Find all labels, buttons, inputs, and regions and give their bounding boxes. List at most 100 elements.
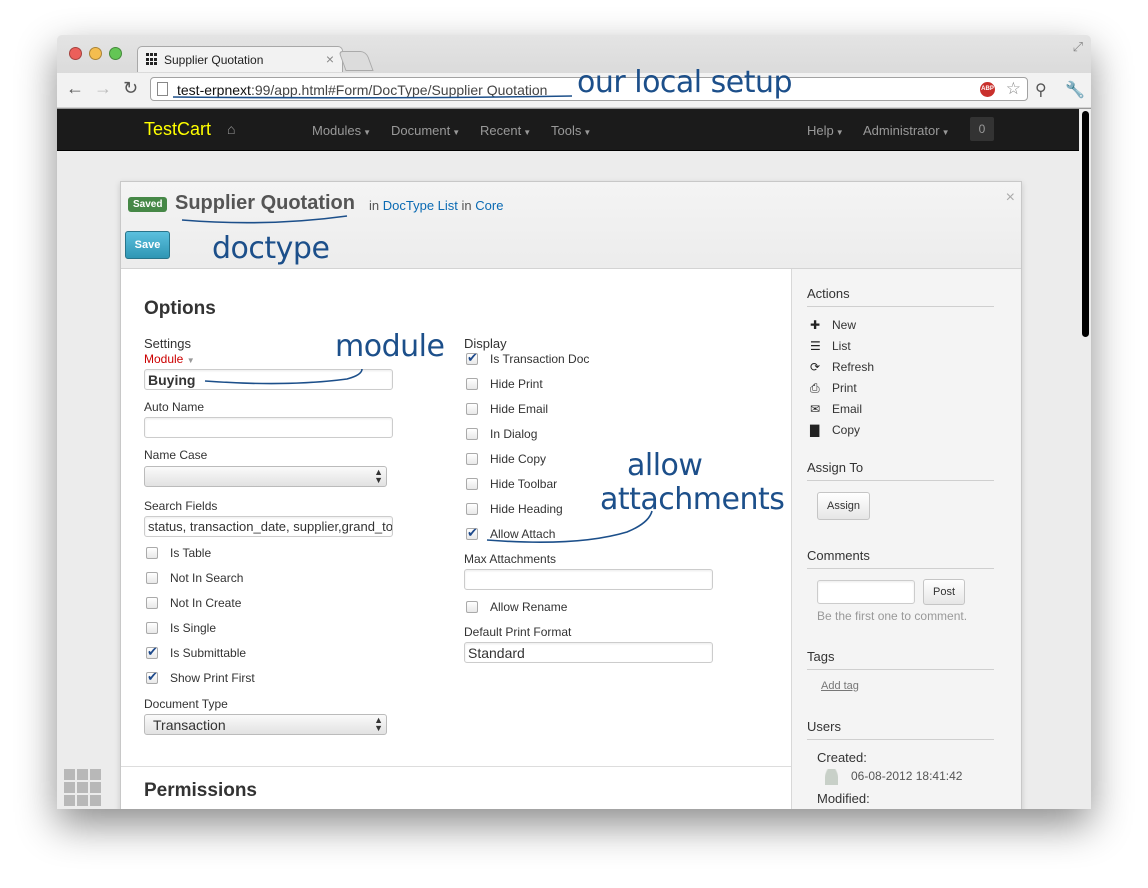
browser-chrome: ⤢ Supplier Quotation × ← → ↻ test-erpnex…: [57, 35, 1091, 109]
section-options-heading: Options: [144, 298, 216, 319]
auto-name-field[interactable]: [144, 417, 393, 438]
not-in-create-label: Not In Create: [170, 596, 242, 610]
comments-empty-text: Be the first one to comment.: [817, 609, 968, 623]
is-single-checkbox-box[interactable]: [146, 622, 158, 634]
menu-help[interactable]: Help ▼: [807, 123, 844, 138]
allow-rename-label: Allow Rename: [490, 600, 568, 614]
breadcrumb-doctype-list[interactable]: DocType List: [383, 198, 458, 213]
assign-button[interactable]: Assign: [817, 492, 870, 520]
caret-down-icon: ▼: [186, 356, 195, 365]
menu-modules[interactable]: Modules ▼: [312, 123, 371, 138]
max-attachments-label: Max Attachments: [464, 552, 557, 566]
not-in-create-checkbox-box[interactable]: [146, 597, 158, 609]
wrench-icon[interactable]: 🔧: [1065, 80, 1085, 100]
action-new[interactable]: ✚ New: [810, 318, 856, 332]
is-submittable-checkbox-box[interactable]: [146, 644, 158, 660]
section-permissions-heading: Permissions: [144, 780, 257, 801]
app-grid-icon[interactable]: [64, 769, 101, 806]
post-button[interactable]: Post: [923, 579, 965, 605]
close-window-light[interactable]: [69, 47, 82, 60]
default-print-format-field[interactable]: Standard: [464, 642, 713, 663]
action-label: Refresh: [832, 360, 875, 374]
breadcrumb-core[interactable]: Core: [475, 198, 503, 213]
forward-arrow-icon[interactable]: →: [94, 78, 112, 99]
caret-down-icon: ▼: [835, 128, 844, 137]
hide-copy-checkbox-box[interactable]: [466, 453, 478, 465]
page-title: Supplier Quotation: [175, 192, 355, 214]
caret-down-icon: ▼: [583, 128, 592, 137]
new-tab-button[interactable]: [338, 51, 374, 71]
hide-print-checkbox-box[interactable]: [466, 378, 478, 390]
extension-icon[interactable]: ⚲: [1035, 80, 1047, 100]
menu-user[interactable]: Administrator ▼: [863, 123, 950, 138]
search-fields-field[interactable]: status, transaction_date, supplier,grand…: [144, 516, 393, 537]
hide-email-checkbox-box[interactable]: [466, 403, 478, 415]
caret-down-icon: ▼: [363, 128, 372, 137]
annotation-module: module: [335, 329, 445, 364]
tab-title: Supplier Quotation: [164, 53, 264, 67]
max-attachments-field[interactable]: [464, 569, 713, 590]
actions-heading: Actions: [807, 286, 994, 307]
allow-attach-label: Allow Attach: [490, 527, 556, 541]
action-list[interactable]: ☰ List: [810, 339, 851, 353]
navigation-row: ← → ↻ test-erpnext:99/app.html#Form/DocT…: [57, 73, 1091, 107]
save-button[interactable]: Save: [125, 231, 170, 259]
browser-tab[interactable]: Supplier Quotation ×: [137, 46, 343, 72]
page-scrollbar[interactable]: [1079, 109, 1091, 809]
not-in-search-checkbox-box[interactable]: [146, 572, 158, 584]
settings-heading: Settings: [144, 336, 191, 351]
is-table-checkbox-box[interactable]: [146, 547, 158, 559]
close-form-icon[interactable]: ×: [1006, 189, 1015, 207]
action-copy[interactable]: ▇ Copy: [810, 423, 860, 437]
fullscreen-icon[interactable]: ⤢: [1073, 39, 1083, 55]
brand-logo[interactable]: TestCart: [144, 119, 211, 140]
module-field[interactable]: Buying: [144, 369, 393, 390]
is-transaction-doc-label: Is Transaction Doc: [490, 352, 590, 366]
reload-icon[interactable]: ↻: [123, 78, 138, 99]
name-case-select[interactable]: ▲ ▼: [144, 466, 387, 487]
bookmark-star-icon[interactable]: ☆: [1006, 79, 1021, 99]
zoom-window-light[interactable]: [109, 47, 122, 60]
annotation-attachments: attachments: [600, 482, 785, 517]
back-arrow-icon[interactable]: ←: [66, 78, 84, 99]
browser-window: ⤢ Supplier Quotation × ← → ↻ test-erpnex…: [57, 35, 1091, 809]
sidebar: Actions ✚ New ☰ List ⟳ Refresh ⎙ Print ✉ Email ▇ Co…: [791, 269, 1021, 809]
hide-heading-checkbox-box[interactable]: [466, 503, 478, 515]
name-case-label: Name Case: [144, 448, 208, 462]
status-badge: Saved: [128, 197, 168, 212]
email-icon: ✉: [810, 402, 821, 416]
action-refresh[interactable]: ⟳ Refresh: [810, 360, 874, 374]
print-icon: ⎙: [810, 381, 820, 395]
hide-toolbar-checkbox-box[interactable]: [466, 478, 478, 490]
action-email[interactable]: ✉ Email: [810, 402, 862, 416]
hide-heading-label: Hide Heading: [490, 502, 563, 516]
caret-down-icon: ▼: [941, 128, 950, 137]
action-print[interactable]: ⎙ Print: [810, 381, 857, 396]
document-type-select[interactable]: Transaction ▲ ▼: [144, 714, 387, 735]
app-navbar: TestCart ⌂ Modules ▼ Document ▼ Recent ▼ To…: [57, 109, 1091, 151]
add-tag-link[interactable]: Add tag: [821, 680, 859, 692]
annotation-local-setup: our local setup: [577, 65, 793, 100]
allow-rename-checkbox-box[interactable]: [466, 601, 478, 613]
form-panel: Saved Supplier Quotation in DocType List…: [120, 181, 1022, 809]
adblock-icon[interactable]: ABP: [980, 82, 995, 97]
tab-close-icon[interactable]: ×: [326, 51, 334, 67]
is-transaction-doc-checkbox-box[interactable]: [466, 350, 478, 366]
annotation-allow: allow: [627, 448, 703, 483]
menu-tools[interactable]: Tools ▼: [551, 123, 591, 138]
breadcrumb: in DocType List in Core: [369, 198, 504, 213]
allow-attach-checkbox-box[interactable]: [466, 525, 478, 541]
menu-document[interactable]: Document ▼: [391, 123, 460, 138]
notification-count[interactable]: 0: [970, 117, 994, 141]
show-print-first-checkbox-box[interactable]: [146, 669, 158, 685]
in-dialog-checkbox-box[interactable]: [466, 428, 478, 440]
menu-recent[interactable]: Recent ▼: [480, 123, 531, 138]
assign-heading: Assign To: [807, 460, 994, 481]
document-type-label: Document Type: [144, 697, 228, 711]
home-icon[interactable]: ⌂: [227, 121, 235, 137]
comment-input[interactable]: [817, 580, 915, 604]
hide-print-label: Hide Print: [490, 377, 543, 391]
minimize-window-light[interactable]: [89, 47, 102, 60]
scrollbar-thumb[interactable]: [1082, 111, 1089, 337]
plus-icon: ✚: [810, 318, 821, 332]
